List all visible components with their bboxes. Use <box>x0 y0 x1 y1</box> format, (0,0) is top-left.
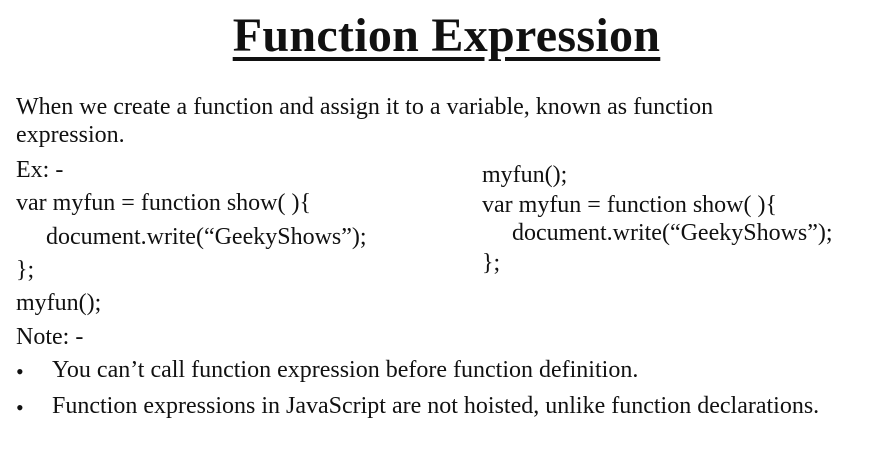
slide-title: Function Expression <box>232 9 661 62</box>
code-line: document.write(“GeekyShows”); <box>512 220 833 246</box>
example-label: Ex: - <box>16 157 64 183</box>
intro-line-1: When we create a function and assign it … <box>16 94 714 120</box>
code-line: document.write(“GeekyShows”); <box>46 224 367 250</box>
intro-line-2: expression. <box>16 122 125 148</box>
code-line: var myfun = function show( ){ <box>16 190 311 216</box>
note-text: Function expressions in JavaScript are n… <box>52 393 820 419</box>
bullet-icon: • <box>16 395 24 420</box>
note-text: You can’t call function expression befor… <box>52 357 639 383</box>
code-line: }; <box>482 250 501 276</box>
code-line: myfun(); <box>482 162 568 188</box>
code-line: var myfun = function show( ){ <box>482 192 777 218</box>
code-line: myfun(); <box>16 290 102 316</box>
note-label: Note: - <box>16 324 84 350</box>
code-line: }; <box>16 257 35 283</box>
bullet-icon: • <box>16 359 24 384</box>
